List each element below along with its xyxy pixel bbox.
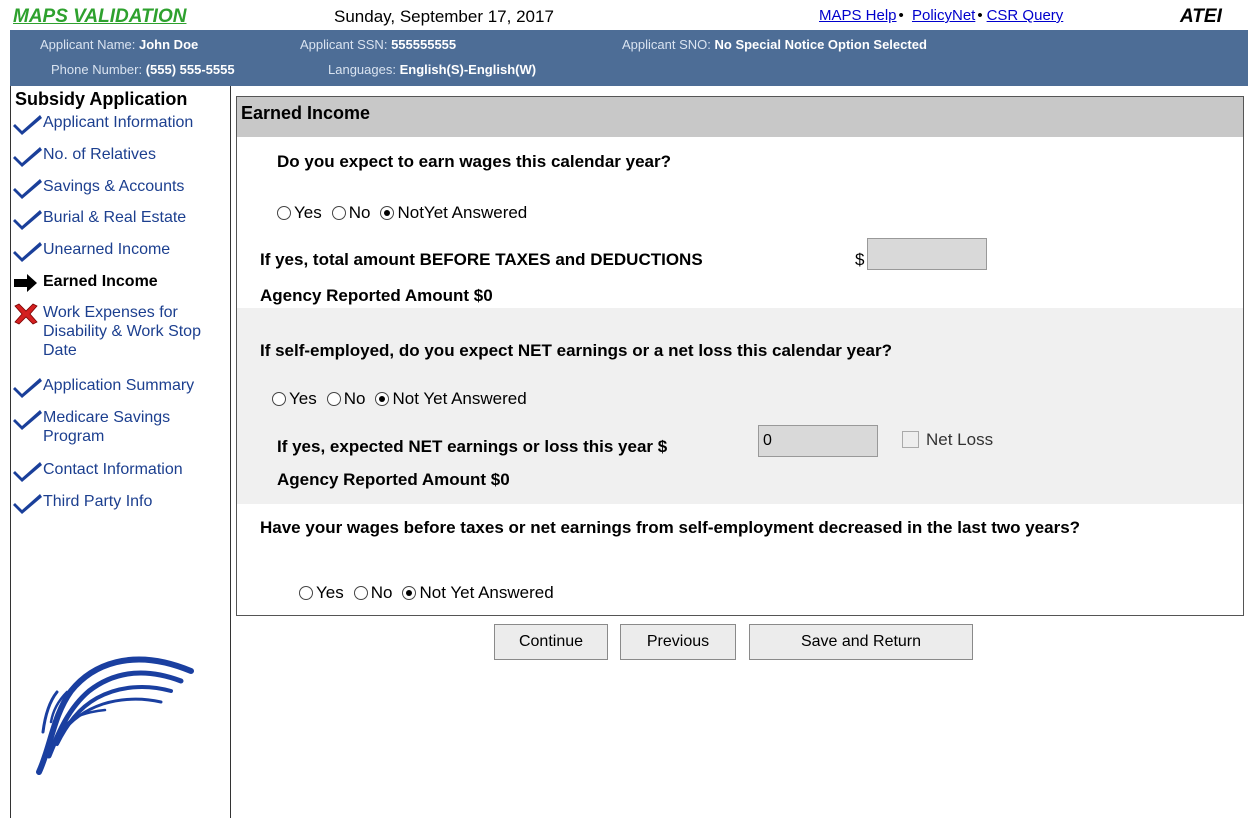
net-loss-checkbox[interactable] [902, 431, 919, 448]
self-employed-not-yet-answered-radio[interactable] [375, 392, 390, 406]
net-earnings-input[interactable] [758, 425, 878, 457]
csr-query-link[interactable]: CSR Query [987, 7, 1064, 24]
checkmark-icon [13, 113, 43, 135]
sidebar-item-burial-real-estate[interactable]: Burial & Real Estate [13, 208, 186, 230]
applicant-info-bar: Applicant Name: John Doe Applicant SSN: … [10, 30, 1248, 86]
earnings-decreased-radio-group: Yes No Not Yet Answered [299, 583, 564, 603]
sidebar-item-medicare-savings-program[interactable]: Medicare Savings Program [13, 408, 213, 446]
x-icon [13, 303, 43, 325]
net-loss-label: Net Loss [926, 430, 994, 449]
phone-number: Phone Number: (555) 555-5555 [51, 62, 235, 77]
sidebar-item-unearned-income[interactable]: Unearned Income [13, 240, 170, 262]
earned-income-panel: Earned Income Do you expect to earn wage… [236, 96, 1244, 616]
sidebar-item-no-of-relatives[interactable]: No. of Relatives [13, 145, 156, 167]
wages-agency-amount: Agency Reported Amount $0 [260, 286, 493, 305]
applicant-sno: Applicant SNO: No Special Notice Option … [622, 37, 927, 52]
self-employed-yes-radio[interactable] [272, 392, 286, 406]
earnings-decreased-question: Have your wages before taxes or net earn… [260, 518, 1081, 537]
applicant-ssn: Applicant SSN: 555555555 [300, 37, 457, 52]
sidebar-item-contact-information[interactable]: Contact Information [13, 460, 183, 482]
save-and-return-button[interactable]: Save and Return [749, 624, 973, 660]
applicant-name: Applicant Name: John Doe [40, 37, 199, 52]
sidebar-item-savings-accounts[interactable]: Savings & Accounts [13, 177, 184, 199]
self-employed-question: If self-employed, do you expect NET earn… [260, 341, 893, 360]
languages: Languages: English(S)-English(W) [328, 62, 537, 77]
earnings-decreased-not-yet-answered-radio[interactable] [402, 586, 417, 600]
earnings-decreased-no-radio[interactable] [353, 586, 368, 600]
wages-amount-label: If yes, total amount BEFORE TAXES and DE… [260, 250, 703, 269]
wages-not-yet-answered-radio[interactable] [380, 206, 395, 220]
checkmark-icon [13, 408, 43, 430]
office-code: ATEI [1180, 6, 1222, 27]
net-earnings-agency-amount: Agency Reported Amount $0 [277, 470, 510, 489]
currency-symbol: $ [855, 250, 865, 269]
self-employed-no-radio[interactable] [326, 392, 341, 406]
sidebar-item-work-expenses[interactable]: Work Expenses for Disability & Work Stop… [13, 303, 223, 360]
top-links: MAPS Help • PolicyNet • CSR Query [819, 7, 1064, 24]
earnings-decreased-yes-radio[interactable] [299, 586, 313, 600]
checkmark-icon [13, 177, 43, 199]
sidebar-title: Subsidy Application [15, 89, 188, 109]
checkmark-icon [13, 240, 43, 262]
sidebar-item-third-party-info[interactable]: Third Party Info [13, 492, 152, 514]
wages-amount-input[interactable] [867, 238, 987, 270]
checkmark-icon [13, 376, 43, 398]
top-bar: MAPS VALIDATION Sunday, September 17, 20… [0, 0, 1248, 30]
sidebar: Subsidy Application Applicant Informatio… [10, 86, 231, 818]
previous-button[interactable]: Previous [620, 624, 736, 660]
checkmark-icon [13, 492, 43, 514]
continue-button[interactable]: Continue [494, 624, 608, 660]
arrow-right-icon [13, 272, 43, 294]
wages-no-radio[interactable] [331, 206, 346, 220]
self-employed-radio-group: Yes No Not Yet Answered [272, 389, 537, 409]
maps-help-link[interactable]: MAPS Help [819, 7, 897, 24]
section-title: Earned Income [237, 97, 1243, 137]
app-title: MAPS VALIDATION [13, 6, 187, 27]
wages-yes-radio[interactable] [277, 206, 291, 220]
wages-radio-group: Yes No NotYet Answered [277, 203, 537, 223]
checkmark-icon [13, 145, 43, 167]
current-date: Sunday, September 17, 2017 [334, 7, 554, 26]
checkmark-icon [13, 460, 43, 482]
sidebar-item-applicant-information[interactable]: Applicant Information [13, 113, 193, 135]
ssa-eagle-logo [36, 656, 194, 775]
sidebar-item-earned-income[interactable]: Earned Income [13, 272, 158, 294]
net-earnings-label: If yes, expected NET earnings or loss th… [277, 437, 668, 456]
sidebar-item-application-summary[interactable]: Application Summary [13, 376, 194, 398]
checkmark-icon [13, 208, 43, 230]
wages-question: Do you expect to earn wages this calenda… [277, 152, 671, 171]
policynet-link[interactable]: PolicyNet [912, 7, 975, 24]
